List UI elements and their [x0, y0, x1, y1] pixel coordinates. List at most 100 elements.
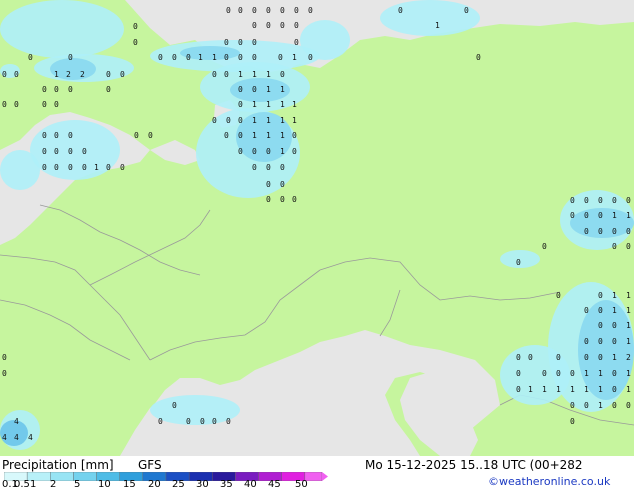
value-mark: 0 — [476, 53, 481, 62]
value-mark: 0 — [252, 53, 257, 62]
value-mark: 0 — [252, 6, 257, 15]
value-mark: 0 — [172, 401, 177, 410]
value-mark: 0 — [133, 22, 138, 31]
scale-label: 0.5 — [14, 479, 30, 490]
value-mark: 1 — [266, 70, 271, 79]
value-mark: 1 — [198, 53, 203, 62]
value-mark: 0 — [584, 353, 589, 362]
value-mark: 0 — [598, 353, 603, 362]
value-mark: 1 — [435, 21, 440, 30]
precip-area — [0, 0, 124, 58]
value-mark: 1 — [238, 70, 243, 79]
value-mark: 0 — [224, 70, 229, 79]
value-mark: 0 — [612, 369, 617, 378]
value-mark: 1 — [54, 70, 59, 79]
value-mark: 1 — [612, 353, 617, 362]
value-mark: 0 — [14, 70, 19, 79]
value-mark: 0 — [42, 147, 47, 156]
value-mark: 0 — [294, 21, 299, 30]
value-mark: 1 — [266, 116, 271, 125]
value-mark: 1 — [612, 291, 617, 300]
value-mark: 0 — [528, 353, 533, 362]
value-mark: 0 — [292, 131, 297, 140]
value-mark: 0 — [238, 6, 243, 15]
value-mark: 0 — [294, 6, 299, 15]
value-mark: 0 — [42, 163, 47, 172]
value-mark: 0 — [280, 195, 285, 204]
value-mark: 0 — [292, 195, 297, 204]
value-mark: 1 — [626, 385, 631, 394]
value-mark: 0 — [68, 163, 73, 172]
value-mark: 0 — [158, 417, 163, 426]
value-mark: 1 — [598, 369, 603, 378]
value-mark: 0 — [266, 195, 271, 204]
value-mark: 0 — [158, 53, 163, 62]
value-mark: 0 — [584, 337, 589, 346]
value-mark: 0 — [28, 53, 33, 62]
value-mark: 0 — [598, 321, 603, 330]
value-mark: 0 — [584, 196, 589, 205]
value-mark: 1 — [266, 131, 271, 140]
scale-label: 40 — [244, 479, 257, 490]
value-mark: 1 — [556, 385, 561, 394]
value-mark: 0 — [626, 196, 631, 205]
value-mark: 2 — [626, 353, 631, 362]
value-mark: 0 — [598, 227, 603, 236]
value-mark: 0 — [584, 211, 589, 220]
scale-label: 1 — [30, 479, 37, 490]
value-mark: 0 — [570, 401, 575, 410]
value-mark: 0 — [226, 6, 231, 15]
value-mark: 0 — [598, 211, 603, 220]
value-mark: 0 — [134, 131, 139, 140]
value-mark: 0 — [280, 163, 285, 172]
value-mark: 0 — [556, 369, 561, 378]
credit-link[interactable]: ©weatheronline.co.uk — [488, 475, 610, 489]
value-mark: 0 — [148, 131, 153, 140]
value-mark: 0 — [226, 116, 231, 125]
value-mark: 0 — [612, 242, 617, 251]
value-mark: 0 — [398, 6, 403, 15]
value-mark: 0 — [133, 38, 138, 47]
value-mark: 0 — [308, 53, 313, 62]
value-mark: 0 — [570, 369, 575, 378]
value-mark: 1 — [280, 131, 285, 140]
value-mark: 0 — [542, 369, 547, 378]
value-mark: 0 — [266, 147, 271, 156]
value-mark: 0 — [252, 21, 257, 30]
value-mark: 0 — [212, 70, 217, 79]
value-mark: 0 — [212, 116, 217, 125]
value-mark: 0 — [238, 131, 243, 140]
value-mark: 0 — [14, 100, 19, 109]
value-mark: 1 — [528, 385, 533, 394]
value-mark: 0 — [186, 53, 191, 62]
value-mark: 0 — [584, 227, 589, 236]
value-mark: 0 — [266, 163, 271, 172]
value-mark: 0 — [252, 163, 257, 172]
value-mark: 4 — [28, 433, 33, 442]
value-mark: 0 — [626, 242, 631, 251]
value-mark: 0 — [106, 163, 111, 172]
value-mark: 0 — [612, 401, 617, 410]
value-mark: 0 — [42, 85, 47, 94]
value-mark: 0 — [172, 53, 177, 62]
value-mark: 0 — [280, 180, 285, 189]
map-legend-footer: Precipitation [mm] GFS Mo 15-12-2025 15.… — [0, 456, 634, 490]
value-mark: 1 — [252, 131, 257, 140]
value-mark: 1 — [584, 385, 589, 394]
value-mark: 0 — [82, 147, 87, 156]
value-mark: 0 — [224, 131, 229, 140]
value-mark: 0 — [186, 417, 191, 426]
value-mark: 1 — [542, 385, 547, 394]
value-mark: 1 — [598, 385, 603, 394]
value-mark: 0 — [570, 417, 575, 426]
scale-label: 45 — [268, 479, 281, 490]
value-mark: 0 — [54, 163, 59, 172]
value-mark: 0 — [542, 242, 547, 251]
value-mark: 0 — [556, 291, 561, 300]
value-mark: 0 — [2, 369, 7, 378]
value-mark: 1 — [570, 385, 575, 394]
value-mark: 0 — [120, 163, 125, 172]
value-mark: 0 — [238, 116, 243, 125]
value-mark: 0 — [238, 100, 243, 109]
value-mark: 0 — [266, 180, 271, 189]
